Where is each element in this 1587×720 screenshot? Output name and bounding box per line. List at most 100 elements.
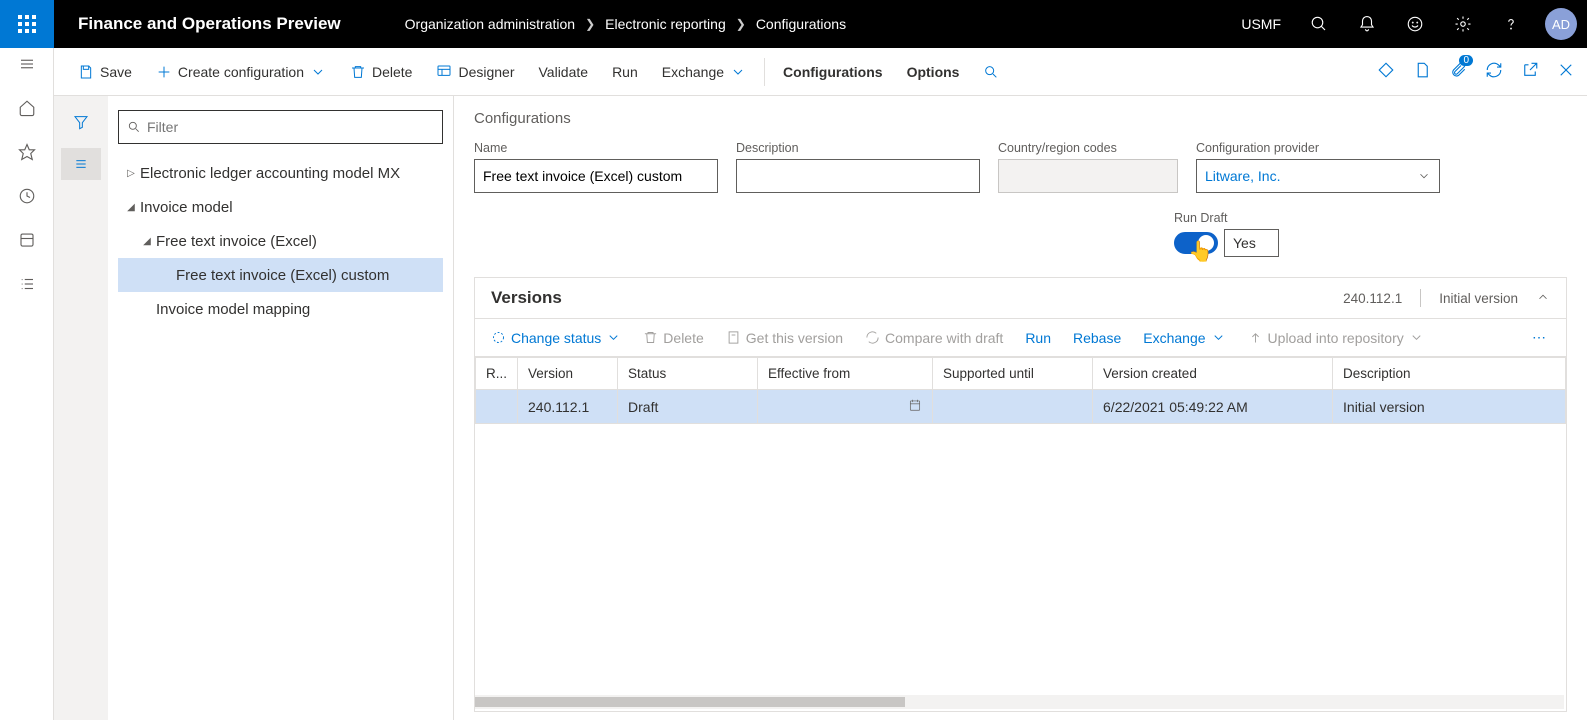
global-nav-rail xyxy=(0,48,54,720)
save-button[interactable]: Save xyxy=(66,58,144,86)
command-bar: Save Create configuration Delete Designe… xyxy=(54,48,1587,96)
delete-label: Delete xyxy=(372,64,412,80)
provider-label: Configuration provider xyxy=(1196,141,1440,155)
chevron-right-icon: ❯ xyxy=(585,17,595,31)
run-draft-toggle[interactable] xyxy=(1174,232,1218,254)
waffle-icon xyxy=(18,15,36,33)
refresh-icon[interactable] xyxy=(1485,61,1503,82)
filter-input[interactable] xyxy=(147,119,434,135)
avatar[interactable]: AD xyxy=(1545,8,1577,40)
search-icon[interactable] xyxy=(1295,0,1343,48)
calendar-icon[interactable] xyxy=(908,398,922,415)
star-icon[interactable] xyxy=(17,142,37,162)
chevron-down-icon xyxy=(310,64,326,80)
chevron-down-icon xyxy=(606,330,621,345)
recent-icon[interactable] xyxy=(17,186,37,206)
home-icon[interactable] xyxy=(17,98,37,118)
workspace-icon[interactable] xyxy=(17,230,37,250)
close-icon[interactable] xyxy=(1557,61,1575,82)
chevron-down-icon xyxy=(730,64,746,80)
designer-button[interactable]: Designer xyxy=(424,58,526,86)
chevron-right-icon: ❯ xyxy=(736,17,746,31)
run-button[interactable]: Run xyxy=(600,58,650,86)
provider-select[interactable]: Litware, Inc. xyxy=(1196,159,1440,193)
exchange-button[interactable]: Exchange xyxy=(650,58,758,86)
chevron-down-icon xyxy=(1417,169,1431,183)
name-input[interactable] xyxy=(474,159,718,193)
create-configuration-button[interactable]: Create configuration xyxy=(144,58,338,86)
side-icon-column xyxy=(54,96,108,720)
save-label: Save xyxy=(100,64,132,80)
collapse-icon[interactable]: ◢ xyxy=(138,236,156,247)
options-tab[interactable]: Options xyxy=(895,58,972,86)
versions-toolbar: Change status Delete Get this version xyxy=(475,318,1566,357)
tree-filter[interactable] xyxy=(118,110,443,144)
create-label: Create configuration xyxy=(178,64,304,80)
popout-icon[interactable] xyxy=(1521,61,1539,82)
bell-icon[interactable] xyxy=(1343,0,1391,48)
col-r[interactable]: R... xyxy=(476,358,518,390)
expand-icon[interactable]: ▷ xyxy=(122,168,140,179)
configuration-tree-panel: ▷Electronic ledger accounting model MX ◢… xyxy=(108,96,454,720)
tree-node[interactable]: ◢Invoice model xyxy=(118,190,443,224)
attachment-icon[interactable]: 0 xyxy=(1449,61,1467,82)
col-status[interactable]: Status xyxy=(618,358,758,390)
col-effective[interactable]: Effective from xyxy=(758,358,933,390)
col-desc[interactable]: Description xyxy=(1333,358,1566,390)
smile-icon[interactable] xyxy=(1391,0,1439,48)
more-button[interactable]: ⋯ xyxy=(1522,323,1558,352)
tree-node[interactable]: ◢Free text invoice (Excel) xyxy=(118,224,443,258)
description-label: Description xyxy=(736,141,980,155)
version-run-button[interactable]: Run xyxy=(1017,324,1059,352)
horizontal-scrollbar[interactable] xyxy=(475,695,1564,709)
gear-icon[interactable] xyxy=(1439,0,1487,48)
hamburger-icon[interactable] xyxy=(17,54,37,74)
versions-title: Versions xyxy=(491,288,562,308)
find-button[interactable] xyxy=(971,58,1011,86)
table-header-row: R... Version Status Effective from Suppo… xyxy=(476,358,1566,390)
run-draft-label: Run Draft xyxy=(1174,211,1567,225)
search-icon xyxy=(127,120,141,134)
chevron-down-icon xyxy=(1211,330,1226,345)
filter-icon[interactable] xyxy=(61,106,101,138)
breadcrumb-item[interactable]: Electronic reporting xyxy=(605,16,726,32)
run-draft-field: Run Draft Yes 👆 xyxy=(1174,211,1567,257)
modules-icon[interactable] xyxy=(17,274,37,294)
get-version-button[interactable]: Get this version xyxy=(718,324,851,352)
app-title: Finance and Operations Preview xyxy=(54,14,365,34)
designer-label: Designer xyxy=(458,64,514,80)
breadcrumb-item[interactable]: Configurations xyxy=(756,16,846,32)
change-status-button[interactable]: Change status xyxy=(483,324,629,352)
collapse-icon[interactable]: ◢ xyxy=(122,202,140,213)
tree-node[interactable]: ▷Electronic ledger accounting model MX xyxy=(118,156,443,190)
col-supported[interactable]: Supported until xyxy=(933,358,1093,390)
version-exchange-button[interactable]: Exchange xyxy=(1135,324,1233,352)
version-delete-button[interactable]: Delete xyxy=(635,324,711,352)
configuration-form: Name Description Country/region codes Co… xyxy=(474,141,1567,193)
tree-node[interactable]: Invoice model mapping xyxy=(118,292,443,326)
country-input[interactable] xyxy=(998,159,1178,193)
configurations-tab[interactable]: Configurations xyxy=(771,58,895,86)
company-picker[interactable]: USMF xyxy=(1227,16,1295,32)
list-icon[interactable] xyxy=(61,148,101,180)
description-input[interactable] xyxy=(736,159,980,193)
col-version[interactable]: Version xyxy=(518,358,618,390)
tree-node-selected[interactable]: Free text invoice (Excel) custom xyxy=(118,258,443,292)
app-launcher[interactable] xyxy=(0,0,54,48)
validate-button[interactable]: Validate xyxy=(527,58,601,86)
rebase-button[interactable]: Rebase xyxy=(1065,324,1129,352)
version-summary-desc: Initial version xyxy=(1439,291,1518,306)
breadcrumb-item[interactable]: Organization administration xyxy=(405,16,575,32)
compare-button[interactable]: Compare with draft xyxy=(857,324,1011,352)
attachment-badge: 0 xyxy=(1459,55,1473,66)
table-row[interactable]: 240.112.1 Draft 6/22/2021 05:49:22 AM In… xyxy=(476,390,1566,424)
diamond-icon[interactable] xyxy=(1377,61,1395,82)
doc-icon[interactable] xyxy=(1413,61,1431,82)
version-summary: 240.112.1 xyxy=(1343,291,1402,306)
help-icon[interactable] xyxy=(1487,0,1535,48)
upload-button[interactable]: Upload into repository xyxy=(1240,324,1432,352)
breadcrumb: Organization administration ❯ Electronic… xyxy=(405,16,846,32)
delete-button[interactable]: Delete xyxy=(338,58,424,86)
collapse-icon[interactable] xyxy=(1536,290,1550,307)
col-created[interactable]: Version created xyxy=(1093,358,1333,390)
